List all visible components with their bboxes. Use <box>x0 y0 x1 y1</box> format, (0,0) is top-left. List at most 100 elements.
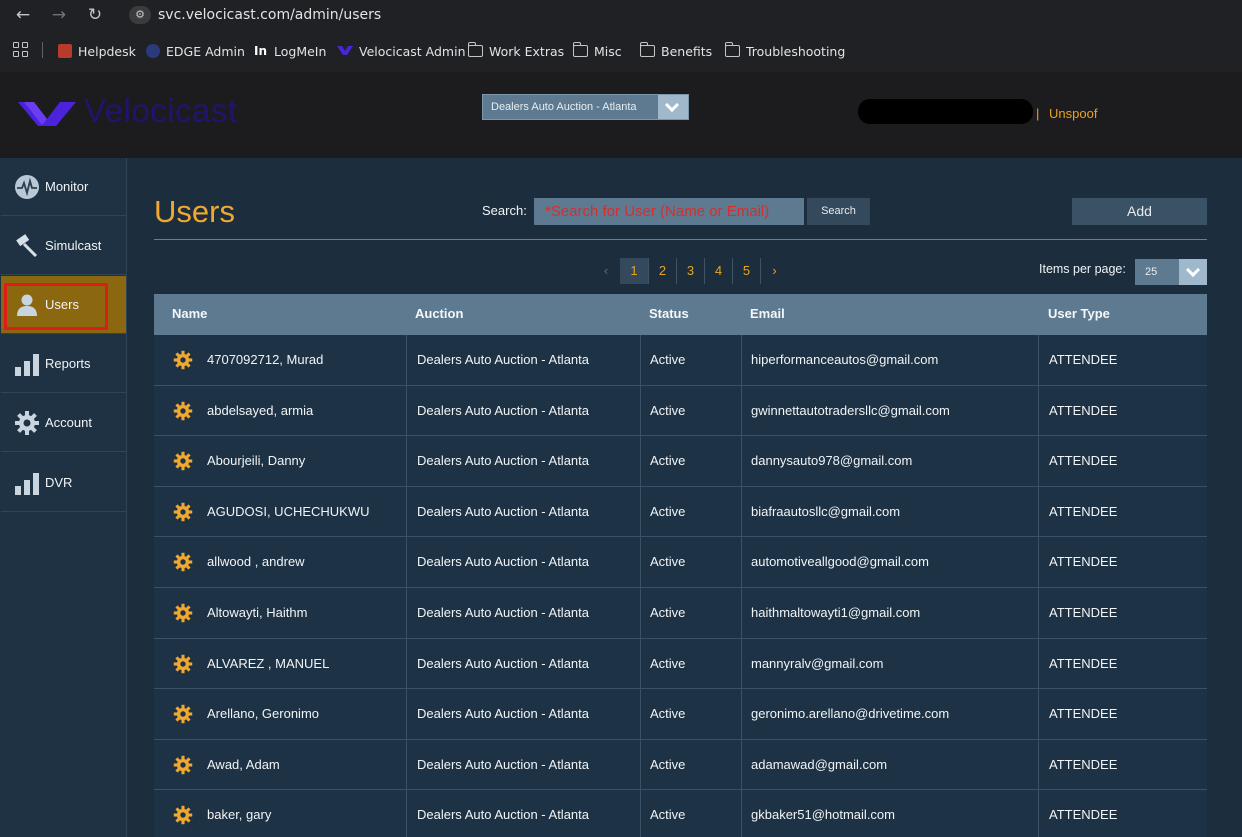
column-header-user-type[interactable]: User Type <box>1048 306 1110 321</box>
cell-email-text: gwinnettautotradersllc@gmail.com <box>751 402 950 418</box>
pagination-page[interactable]: 2 <box>648 258 676 284</box>
logo-text[interactable]: Velocicast <box>84 92 238 130</box>
folder-icon <box>724 42 740 57</box>
velocicast-logo-icon[interactable] <box>18 98 76 130</box>
sidebar-item-account[interactable]: Account <box>1 394 126 452</box>
search-button[interactable]: Search <box>807 198 870 225</box>
cell-status: Active <box>640 537 741 587</box>
table-row[interactable]: Altowayti, Haithm Dealers Auto Auction - … <box>154 587 1207 639</box>
pagination-page[interactable]: 5 <box>732 258 760 284</box>
sidebar-item-reports[interactable]: Reports <box>1 335 126 393</box>
cell-name-text[interactable]: Awad, Adam <box>207 757 280 772</box>
bar-chart-icon <box>14 470 40 496</box>
cell-name-text[interactable]: allwood , andrew <box>207 554 305 569</box>
bookmark-label: EDGE Admin <box>166 43 245 59</box>
bookmark-label: Misc <box>594 43 622 59</box>
edit-user-gear-icon[interactable] <box>173 603 193 623</box>
redacted-username <box>858 99 1033 124</box>
edit-user-gear-icon[interactable] <box>173 704 193 724</box>
add-user-button[interactable]: Add <box>1072 198 1207 225</box>
cell-user-type: ATTENDEE <box>1038 638 1207 689</box>
pagination-next[interactable]: › <box>760 258 788 284</box>
cell-name-text[interactable]: Abourjeili, Danny <box>207 453 305 468</box>
pagination-page[interactable]: 1 <box>620 258 648 284</box>
cell-status-text: Active <box>650 706 686 722</box>
sidebar-item-simulcast[interactable]: Simulcast <box>1 217 126 275</box>
cell-name-text[interactable]: abdelsayed, armia <box>207 403 313 418</box>
sidebar-item-dvr[interactable]: DVR <box>1 454 126 512</box>
auction-select-toggle[interactable] <box>658 95 688 119</box>
items-per-page-select[interactable]: 25 <box>1135 259 1207 285</box>
table-row[interactable]: Abourjeili, Danny Dealers Auto Auction - … <box>154 436 1207 487</box>
cell-name-text[interactable]: 4707092712, Murad <box>207 352 323 367</box>
edit-user-gear-icon[interactable] <box>173 654 193 674</box>
users-table: Name Auction Status Email User Type 4707… <box>154 294 1207 837</box>
cell-name: allwood , andrew <box>154 537 406 587</box>
table-row[interactable]: ALVAREZ , MANUEL Dealers Auto Auction - A… <box>154 638 1207 690</box>
sidebar-label: Monitor <box>45 179 89 194</box>
gavel-icon <box>14 233 40 259</box>
column-header-auction[interactable]: Auction <box>415 306 463 321</box>
column-header-email[interactable]: Email <box>750 306 785 321</box>
table-row[interactable]: Arellano, Geronimo Dealers Auto Auction -… <box>154 689 1207 740</box>
cell-name-text[interactable]: Altowayti, Haithm <box>207 605 307 620</box>
apps-grid-icon[interactable] <box>13 42 29 58</box>
unspoof-link[interactable]: Unspoof <box>1049 106 1097 121</box>
table-row[interactable]: baker, gary Dealers Auto Auction - Atlant… <box>154 790 1207 837</box>
search-input[interactable] <box>534 198 804 225</box>
bookmark-velocicast-admin[interactable]: Velocicast Admin <box>337 42 466 60</box>
site-settings-icon[interactable]: ⚙ <box>129 6 151 24</box>
auction-select[interactable]: Dealers Auto Auction - Atlanta <box>482 94 689 120</box>
table-row[interactable]: abdelsayed, armia Dealers Auto Auction - … <box>154 385 1207 437</box>
cell-name-text[interactable]: ALVAREZ , MANUEL <box>207 656 329 671</box>
edit-user-gear-icon[interactable] <box>173 552 193 572</box>
cell-user-type-text: ATTENDEE <box>1049 706 1118 722</box>
items-per-page-label: Items per page: <box>1039 262 1126 276</box>
reload-icon[interactable]: ↻ <box>83 4 107 26</box>
back-icon[interactable]: ← <box>11 4 35 26</box>
velocicast-favicon-icon <box>337 44 353 58</box>
forward-icon[interactable]: → <box>47 4 71 26</box>
pagination-prev[interactable]: ‹ <box>592 258 620 284</box>
cell-email: geronimo.arellano@drivetime.com <box>741 689 1038 739</box>
edit-user-gear-icon[interactable] <box>173 401 193 421</box>
column-header-status[interactable]: Status <box>649 306 689 321</box>
cell-auction: Dealers Auto Auction - Atlanta <box>406 739 640 790</box>
edit-user-gear-icon[interactable] <box>173 755 193 775</box>
bookmark-work-extras[interactable]: Work Extras <box>467 42 564 60</box>
bookmark-troubleshooting[interactable]: Troubleshooting <box>724 42 845 60</box>
address-bar[interactable]: ⚙ svc.velocicast.com/admin/users <box>121 0 1242 30</box>
column-header-name[interactable]: Name <box>172 306 207 321</box>
bookmark-logmein[interactable]: In LogMeIn <box>254 42 326 60</box>
table-row[interactable]: 4707092712, Murad Dealers Auto Auction - … <box>154 335 1207 386</box>
cell-user-type-text: ATTENDEE <box>1049 352 1118 367</box>
cell-auction-text: Dealers Auto Auction - Atlanta <box>417 352 589 367</box>
edit-user-gear-icon[interactable] <box>173 805 193 825</box>
bookmark-helpdesk[interactable]: Helpdesk <box>58 42 136 60</box>
main-content: Users Search: Search Add ‹ 1 2 3 4 5 › I… <box>127 158 1242 837</box>
sidebar-item-monitor[interactable]: Monitor <box>1 158 126 216</box>
edit-user-gear-icon[interactable] <box>173 502 193 522</box>
table-row[interactable]: AGUDOSI, UCHECHUKWU Dealers Auto Auction … <box>154 486 1207 538</box>
bookmark-benefits[interactable]: Benefits <box>639 42 712 60</box>
cell-auction-text: Dealers Auto Auction - Atlanta <box>417 807 589 823</box>
edit-user-gear-icon[interactable] <box>173 451 193 471</box>
items-per-page-toggle[interactable] <box>1179 259 1207 285</box>
bookmark-edge-admin[interactable]: EDGE Admin <box>146 42 245 60</box>
pagination-page[interactable]: 4 <box>704 258 732 284</box>
bookmark-misc[interactable]: Misc <box>572 42 622 60</box>
cell-name-text[interactable]: AGUDOSI, UCHECHUKWU <box>207 504 370 519</box>
table-header: Name Auction Status Email User Type <box>154 294 1207 335</box>
cell-status: Active <box>640 335 741 385</box>
cell-name-text[interactable]: baker, gary <box>207 807 271 822</box>
table-row[interactable]: allwood , andrew Dealers Auto Auction - A… <box>154 537 1207 588</box>
cell-name-text[interactable]: Arellano, Geronimo <box>207 706 319 721</box>
cell-email: hiperformanceautos@gmail.com <box>741 335 1038 385</box>
address-bar-row: ← → ↻ ⚙ svc.velocicast.com/admin/users <box>0 0 1242 30</box>
cell-status-text: Active <box>650 655 686 671</box>
table-row[interactable]: Awad, Adam Dealers Auto Auction - Atlanta… <box>154 739 1207 791</box>
cell-auction: Dealers Auto Auction - Atlanta <box>406 335 640 385</box>
pagination-page[interactable]: 3 <box>676 258 704 284</box>
edit-user-gear-icon[interactable] <box>173 350 193 370</box>
url-text[interactable]: svc.velocicast.com/admin/users <box>158 7 381 23</box>
